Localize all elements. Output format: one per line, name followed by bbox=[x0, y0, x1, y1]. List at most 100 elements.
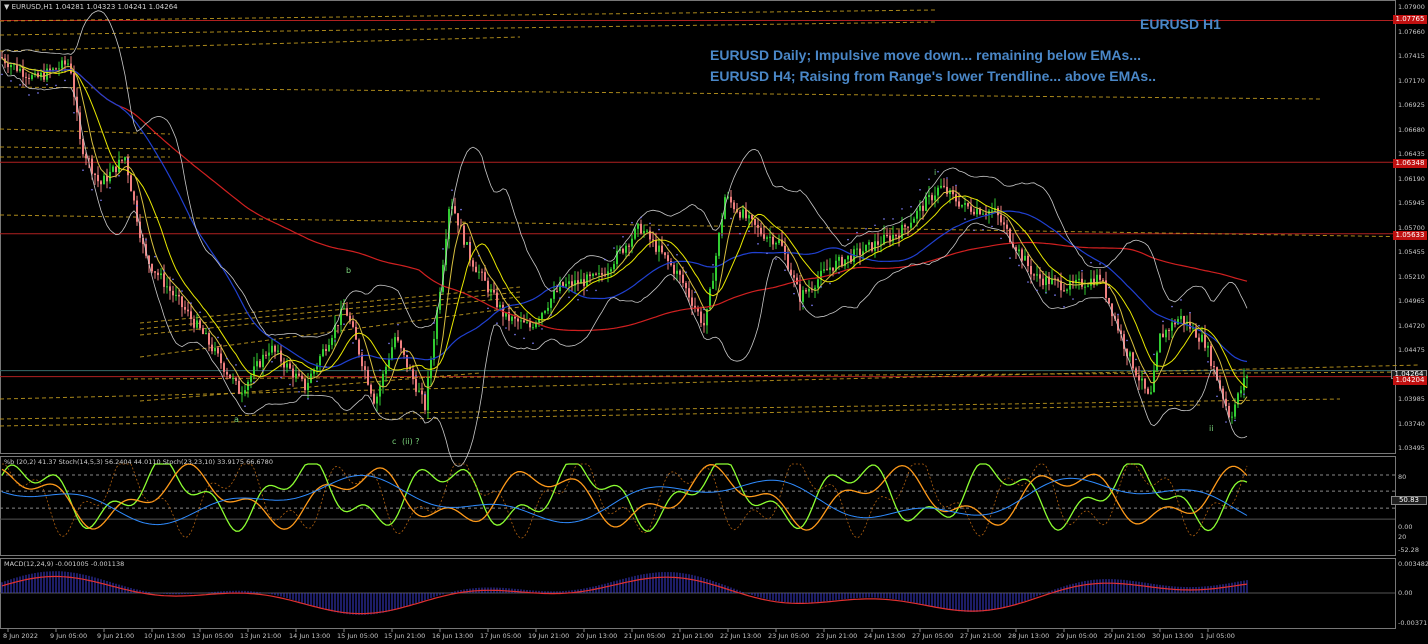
candle-body bbox=[1201, 334, 1203, 342]
candle-body bbox=[1147, 388, 1149, 394]
stoch-level-20: 20 bbox=[1398, 533, 1407, 541]
parabolic-sar-dot bbox=[973, 229, 975, 232]
parabolic-sar-dot bbox=[784, 269, 786, 272]
candle-body bbox=[259, 361, 261, 367]
candle-body bbox=[373, 393, 375, 404]
candle-body bbox=[220, 353, 222, 364]
parabolic-sar-dot bbox=[1207, 361, 1209, 363]
parabolic-sar-dot bbox=[64, 79, 66, 82]
parabolic-sar-dot bbox=[271, 361, 273, 363]
candle-body bbox=[598, 273, 600, 275]
parabolic-sar-dot bbox=[964, 218, 966, 220]
candle-body bbox=[406, 354, 408, 368]
candle-body bbox=[772, 236, 774, 245]
candle-body bbox=[157, 272, 159, 276]
candle-body bbox=[928, 195, 930, 197]
parabolic-sar-dot bbox=[82, 169, 84, 171]
parabolic-sar-dot bbox=[334, 340, 336, 342]
candle-body bbox=[565, 283, 567, 287]
price-axis-label: 1.06190 bbox=[1398, 174, 1425, 183]
candle-body bbox=[499, 304, 501, 308]
candle-body bbox=[163, 273, 165, 287]
candle-body bbox=[28, 77, 30, 79]
candle-body bbox=[814, 287, 816, 290]
wave-label-ii: ii bbox=[1209, 424, 1214, 433]
candle-body bbox=[1243, 378, 1245, 391]
candle-body bbox=[247, 381, 249, 391]
candle-body bbox=[532, 327, 534, 329]
candle-body bbox=[1087, 285, 1089, 287]
price-tag-line3: 1.05633 bbox=[1393, 231, 1427, 240]
candle-body bbox=[487, 280, 489, 293]
chart-canvas[interactable] bbox=[0, 0, 1428, 644]
candle-body bbox=[352, 321, 354, 327]
parabolic-sar-dot bbox=[442, 248, 444, 250]
parabolic-sar-dot bbox=[703, 308, 705, 311]
candle-body bbox=[154, 271, 156, 273]
candle-body bbox=[520, 320, 522, 322]
candle-body bbox=[100, 181, 102, 185]
candle-body bbox=[1090, 278, 1092, 286]
candle-body bbox=[343, 308, 345, 310]
candle-body bbox=[547, 307, 549, 311]
parabolic-sar-dot bbox=[325, 366, 327, 368]
candle-body bbox=[7, 63, 9, 68]
candle-body bbox=[802, 290, 804, 302]
candle-body bbox=[742, 209, 744, 218]
candle-body bbox=[991, 210, 993, 212]
candle-body bbox=[466, 242, 468, 245]
parabolic-sar-dot bbox=[406, 350, 408, 353]
parabolic-sar-dot bbox=[1153, 353, 1155, 356]
candle-body bbox=[481, 271, 483, 273]
parabolic-sar-dot bbox=[424, 393, 426, 396]
dropdown-arrow-icon[interactable]: ▼ bbox=[4, 3, 9, 11]
candle-body bbox=[271, 345, 273, 353]
candle-body bbox=[322, 349, 324, 357]
parabolic-sar-dot bbox=[280, 376, 282, 379]
parabolic-sar-dot bbox=[316, 380, 318, 383]
parabolic-sar-dot bbox=[298, 390, 300, 393]
time-axis-label: 1 Jul 05:00 bbox=[1200, 632, 1235, 640]
candle-body bbox=[298, 373, 300, 376]
price-axis-label: 1.04965 bbox=[1398, 297, 1425, 305]
candle-body bbox=[751, 215, 753, 220]
candle-body bbox=[208, 333, 210, 345]
candle-body bbox=[904, 224, 906, 227]
candle-body bbox=[643, 231, 645, 234]
parabolic-sar-dot bbox=[469, 243, 471, 246]
price-axis-label: 1.06680 bbox=[1398, 125, 1425, 134]
symbol-info: EURUSD,H1 1.04281 1.04323 1.04241 1.0426… bbox=[11, 3, 178, 11]
candle-body bbox=[256, 361, 258, 367]
candle-body bbox=[613, 264, 615, 270]
candle-body bbox=[967, 203, 969, 207]
candle-body bbox=[184, 307, 186, 310]
candle-body bbox=[1144, 378, 1146, 389]
time-axis-label: 27 Jun 21:00 bbox=[960, 632, 1002, 640]
candle-body bbox=[556, 290, 558, 292]
candle-body bbox=[1204, 334, 1206, 348]
macd-title: MACD(12,24,9) -0.001005 -0.001138 bbox=[4, 560, 125, 568]
candle-body bbox=[121, 159, 123, 161]
candle-body bbox=[1141, 378, 1143, 381]
stoch-main-line bbox=[1, 463, 1248, 532]
parabolic-sar-dot bbox=[820, 285, 822, 288]
candle-body bbox=[292, 368, 294, 378]
parabolic-sar-dot bbox=[460, 208, 462, 211]
parabolic-sar-dot bbox=[487, 307, 489, 310]
parabolic-sar-dot bbox=[883, 218, 885, 220]
candle-body bbox=[514, 316, 516, 319]
candle-body bbox=[622, 248, 624, 253]
candle-body bbox=[454, 206, 456, 214]
candle-body bbox=[421, 390, 423, 395]
candle-body bbox=[943, 185, 945, 187]
candle-body bbox=[658, 245, 660, 252]
candle-body bbox=[970, 206, 972, 212]
main-chart-frame bbox=[0, 0, 1396, 454]
candle-body bbox=[586, 274, 588, 286]
candle-body bbox=[730, 196, 732, 203]
candle-body bbox=[214, 347, 216, 352]
candle-body bbox=[961, 204, 963, 207]
parabolic-sar-dot bbox=[91, 188, 93, 191]
parabolic-sar-dot bbox=[1216, 395, 1218, 398]
candle-body bbox=[685, 282, 687, 289]
